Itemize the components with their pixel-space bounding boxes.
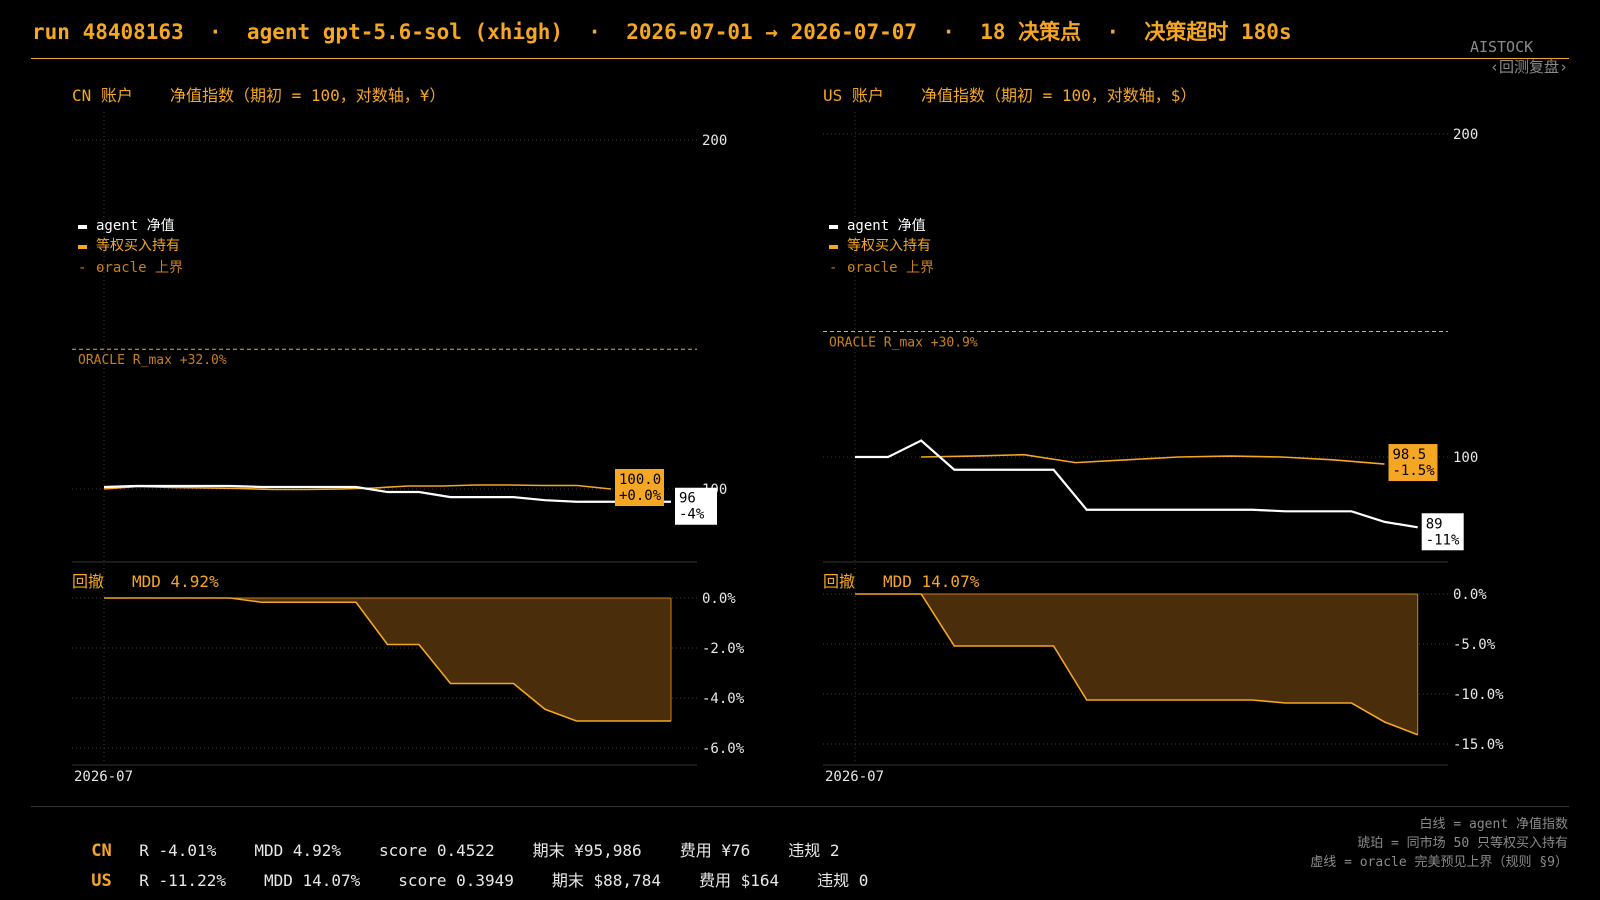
legend-label-bench: 等权买入持有 bbox=[96, 237, 180, 254]
legend-swatch-agent bbox=[829, 225, 838, 229]
legend-label-oracle: oracle 上界 bbox=[96, 260, 183, 276]
chart-notes: 白线 = agent 净值指数 琥珀 = 同市场 50 只等权买入持有 虚线 =… bbox=[1310, 815, 1568, 872]
dd-tick-label: 0.0% bbox=[702, 591, 736, 607]
legend-label-agent: agent 净值 bbox=[96, 218, 175, 234]
metric-fees: 费用 $164 bbox=[698, 871, 780, 890]
drawdown-mdd: MDD 14.07% bbox=[883, 572, 980, 591]
drawdown-area bbox=[104, 598, 671, 721]
x-tick-label: 2026-07 bbox=[74, 769, 133, 785]
dd-tick-label: -10.0% bbox=[1453, 687, 1504, 703]
panel-title: 净值指数（期初 = 100，对数轴，$） bbox=[921, 86, 1196, 105]
market-code: US bbox=[91, 871, 112, 891]
dd-tick-label: -2.0% bbox=[702, 641, 745, 657]
metric-score: score 0.3949 bbox=[398, 871, 514, 890]
end-label-bench-change: +0.0% bbox=[619, 488, 662, 504]
metric-violations: 违规 0 bbox=[817, 871, 869, 890]
panel-account-label: US 账户 bbox=[823, 86, 884, 105]
footer-row-us: US R -11.22% MDD 14.07% score 0.3949 期末 $88,… bbox=[72, 848, 906, 891]
metric-final-value: 期末 $88,784 bbox=[551, 871, 661, 890]
x-tick-label: 2026-07 bbox=[825, 769, 884, 785]
metric-mdd: MDD 14.07% bbox=[263, 871, 361, 890]
dd-tick-label: -15.0% bbox=[1453, 737, 1504, 753]
end-label-bench-value: 100.0 bbox=[619, 472, 661, 488]
end-label-agent-change: -11% bbox=[1426, 532, 1460, 548]
dd-tick-label: -6.0% bbox=[702, 741, 745, 757]
y-tick-label: 100 bbox=[1453, 450, 1478, 466]
y-tick-label: 200 bbox=[702, 133, 727, 149]
end-label-agent-value: 96 bbox=[679, 491, 696, 507]
y-tick-label: 200 bbox=[1453, 127, 1478, 143]
legend-label-bench: 等权买入持有 bbox=[847, 237, 931, 254]
panel-account-label: CN 账户 bbox=[72, 86, 133, 105]
note-amber-line: 琥珀 = 同市场 50 只等权买入持有 bbox=[1357, 836, 1568, 851]
legend-swatch-agent bbox=[78, 225, 87, 229]
end-label-agent-value: 89 bbox=[1426, 516, 1443, 532]
end-label-bench-value: 98.5 bbox=[1393, 447, 1427, 463]
metric-return: R -11.22% bbox=[139, 871, 226, 890]
legend-label-agent: agent 净值 bbox=[847, 218, 926, 234]
footer-divider bbox=[31, 806, 1569, 807]
drawdown-label: 回撤 bbox=[823, 572, 855, 591]
note-white-line: 白线 = agent 净值指数 bbox=[1419, 817, 1568, 832]
series-line-agent bbox=[855, 439, 1418, 529]
panel-title: 净值指数（期初 = 100，对数轴，¥） bbox=[170, 86, 445, 105]
dd-tick-label: -4.0% bbox=[702, 691, 745, 707]
drawdown-mdd: MDD 4.92% bbox=[132, 572, 219, 591]
drawdown-area bbox=[855, 594, 1418, 735]
dd-tick-label: -5.0% bbox=[1453, 637, 1496, 653]
note-dashed-line: 虚线 = oracle 完美预见上界（规则 §9） bbox=[1310, 855, 1568, 870]
legend-swatch-bench bbox=[829, 245, 838, 249]
end-label-agent-change: -4% bbox=[679, 507, 705, 523]
charts-area: CN 账户 净值指数（期初 = 100，对数轴，¥） 200 100 ORACLE R_… bbox=[72, 86, 1504, 785]
series-line-bench bbox=[920, 453, 1385, 465]
legend-label-oracle: oracle 上界 bbox=[847, 260, 934, 276]
oracle-label: ORACLE R_max +30.9% bbox=[829, 336, 978, 351]
end-label-bench-change: -1.5% bbox=[1393, 463, 1436, 479]
drawdown-label: 回撤 bbox=[72, 572, 104, 591]
legend-swatch-bench bbox=[78, 245, 87, 249]
oracle-label: ORACLE R_max +32.0% bbox=[78, 353, 227, 368]
dd-tick-label: 0.0% bbox=[1453, 587, 1487, 603]
